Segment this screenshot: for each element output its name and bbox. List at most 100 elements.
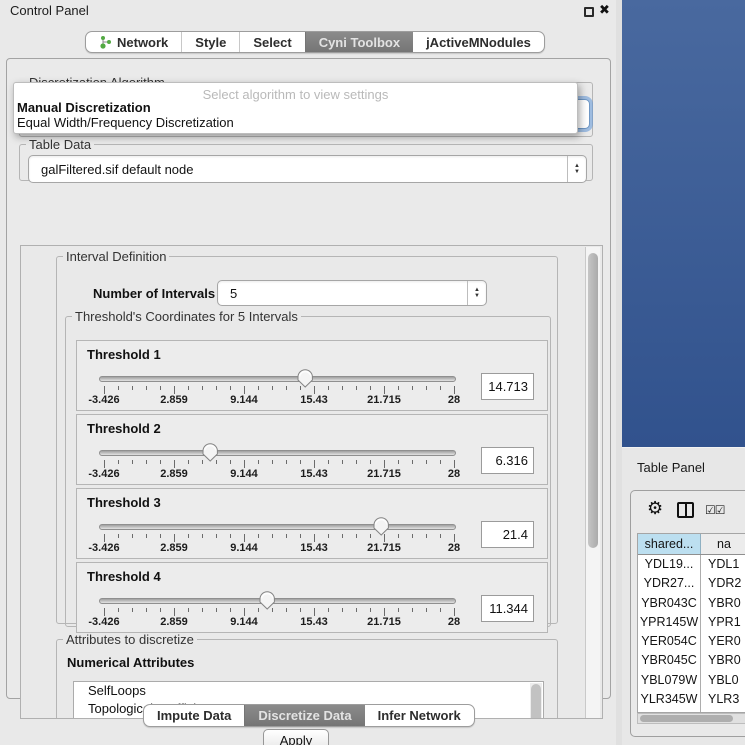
major-tick (454, 386, 455, 394)
table-panel-title: Table Panel (637, 460, 705, 475)
table-hscrollbar[interactable] (637, 713, 745, 724)
table-row[interactable]: YDL19...YDL1 (638, 555, 745, 574)
tick-label: 21.715 (367, 542, 401, 554)
network-icon (99, 35, 112, 49)
threshold-value-field[interactable] (481, 595, 534, 622)
minor-tick (160, 460, 161, 464)
minor-tick (230, 608, 231, 612)
minor-tick (132, 534, 133, 538)
gear-icon[interactable]: ⚙ (647, 500, 663, 518)
table-row[interactable]: YBR043CYBR0 (638, 594, 745, 613)
table-cell: YBR0 (701, 594, 745, 613)
slider-track[interactable] (99, 598, 456, 604)
threshold-value-field[interactable] (481, 447, 534, 474)
slider-thumb[interactable] (296, 369, 314, 388)
tab-select[interactable]: Select (239, 32, 304, 52)
slider-thumb[interactable] (258, 591, 276, 610)
table-row[interactable]: YPR145WYPR1 (638, 613, 745, 632)
slider-track[interactable] (99, 376, 456, 382)
table-cell: YBL079W (638, 671, 701, 690)
table-row[interactable]: YDR27...YDR2 (638, 574, 745, 593)
tab-label: Style (195, 35, 226, 50)
slider-track[interactable] (99, 450, 456, 456)
minor-tick (370, 608, 371, 612)
minor-tick (342, 460, 343, 464)
tab-label: Network (117, 35, 168, 50)
threshold-value-field[interactable] (481, 521, 534, 548)
algorithm-popup-item[interactable]: Equal Width/Frequency Discretization (14, 115, 577, 130)
major-tick (454, 608, 455, 616)
tab-style[interactable]: Style (181, 32, 239, 52)
table-data-combobox[interactable]: galFiltered.sif default node ▲▼ (28, 155, 587, 183)
minor-tick (230, 386, 231, 390)
node-table[interactable]: shared...naYDL19...YDL1YDR27...YDR2YBR04… (637, 533, 745, 713)
table-cell: YDL19... (638, 555, 701, 574)
minor-tick (202, 460, 203, 464)
minor-tick (258, 608, 259, 612)
minor-tick (286, 460, 287, 464)
tab-cyni-toolbox[interactable]: Cyni Toolbox (305, 32, 413, 52)
attribute-list-item[interactable]: SelfLoops (74, 682, 543, 700)
apply-button[interactable]: Apply (263, 729, 329, 745)
tick-label: 15.43 (300, 616, 328, 628)
minor-tick (230, 534, 231, 538)
float-window-icon[interactable] (584, 7, 594, 17)
table-toolbar: ⚙ ☑☑ (631, 491, 745, 531)
tick-label: 9.144 (230, 542, 258, 554)
threshold-label: Threshold 3 (87, 495, 161, 510)
column-header-name[interactable]: na (701, 534, 745, 554)
split-column-icon[interactable] (677, 502, 694, 518)
minor-tick (412, 386, 413, 390)
minor-tick (160, 608, 161, 612)
tab-discretize-data[interactable]: Discretize Data (244, 705, 364, 726)
table-row[interactable]: YER054CYER0 (638, 632, 745, 651)
major-tick (174, 386, 175, 394)
threshold-panel: Threshold 1-3.4262.8599.14415.4321.71528 (76, 340, 548, 411)
major-tick (384, 460, 385, 468)
network-desktop: GAL80GACGAL11GAL4GCY1HHAP2 (622, 0, 745, 447)
slider-track[interactable] (99, 524, 456, 530)
minor-tick (328, 534, 329, 538)
close-icon[interactable]: ✖ (599, 2, 610, 18)
scrollbar-thumb[interactable] (531, 684, 541, 719)
tab-network[interactable]: Network (86, 32, 181, 52)
interval-definition-group-title: Interval Definition (63, 249, 169, 264)
tab-infer-network[interactable]: Infer Network (365, 705, 474, 726)
tab-impute-data[interactable]: Impute Data (144, 705, 244, 726)
tab-jactivemnodules[interactable]: jActiveMNodules (413, 32, 544, 52)
minor-tick (398, 386, 399, 390)
tab-label: jActiveMNodules (426, 35, 531, 50)
threshold-value-field[interactable] (481, 373, 534, 400)
tick-label: 28 (448, 468, 460, 480)
minor-tick (426, 386, 427, 390)
number-of-intervals-label: Number of Intervals (93, 286, 215, 301)
scrollbar-thumb[interactable] (588, 253, 598, 548)
table-cell: YBL0 (701, 671, 745, 690)
table-cell: YER054C (638, 632, 701, 651)
algorithm-popup-item[interactable]: Manual Discretization (14, 100, 577, 115)
minor-tick (216, 534, 217, 538)
attributes-list-scrollbar[interactable] (530, 683, 542, 719)
scrollbar-thumb[interactable] (640, 715, 733, 722)
major-tick (384, 534, 385, 542)
bottom-tab-bar: Impute DataDiscretize DataInfer Network (143, 704, 475, 727)
number-of-intervals-combobox[interactable]: 5 ▲▼ (217, 280, 487, 306)
minor-tick (202, 534, 203, 538)
screen: Control Panel ✖ NetworkStyleSelectCyni T… (0, 0, 745, 745)
slider-thumb[interactable] (372, 517, 390, 536)
threshold-label: Threshold 1 (87, 347, 161, 362)
table-row[interactable]: YBR045CYBR0 (638, 651, 745, 670)
settings-scrollbar[interactable] (585, 247, 600, 718)
minor-tick (160, 534, 161, 538)
table-row[interactable]: YLR345WYLR3 (638, 690, 745, 709)
checkbox-icons[interactable]: ☑☑ (705, 503, 725, 517)
table-header-row: shared...na (638, 534, 745, 555)
minor-tick (272, 460, 273, 464)
tick-label: 21.715 (367, 468, 401, 480)
table-row[interactable]: YBL079WYBL0 (638, 671, 745, 690)
minor-tick (300, 460, 301, 464)
column-header-shared-name[interactable]: shared... (638, 534, 701, 554)
major-tick (244, 460, 245, 468)
tick-label: 15.43 (300, 542, 328, 554)
minor-tick (132, 460, 133, 464)
